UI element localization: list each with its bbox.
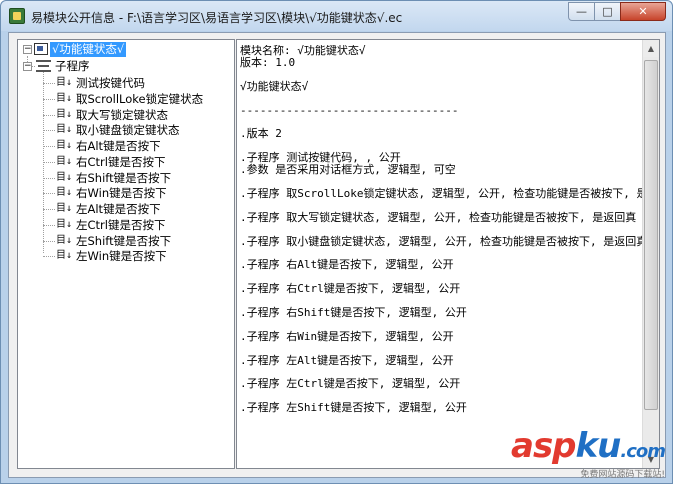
tree-item-label: 右Win键是否按下 bbox=[76, 186, 167, 200]
tree-item-row[interactable]: 目↓ 左Shift键是否按下 bbox=[18, 234, 234, 249]
module-icon bbox=[34, 43, 48, 55]
tree-item-label: 右Alt键是否按下 bbox=[76, 139, 161, 153]
tree-item-label: 取ScrollLoke锁定键状态 bbox=[76, 92, 204, 106]
watermark-logo: aspku.com bbox=[511, 426, 666, 466]
tree-root-row[interactable]: − √功能键状态√ bbox=[18, 42, 234, 57]
subprogram-icon: 目↓ bbox=[56, 93, 73, 104]
tree-item-row[interactable]: 目↓ 取小键盘锁定键状态 bbox=[18, 123, 234, 138]
tree-item-row[interactable]: 目↓ 取大写锁定键状态 bbox=[18, 108, 234, 123]
tree-item-row[interactable]: 目↓ 左Win键是否按下 bbox=[18, 249, 234, 264]
client-area: − √功能键状态√ − 子程序 目↓ 测试按键代码 目↓ 取ScrollLoke锁定键… bbox=[8, 32, 666, 478]
subprogram-icon: 目↓ bbox=[56, 250, 73, 261]
tree-item-label: 左Alt键是否按下 bbox=[76, 202, 161, 216]
tree-item-label: 右Shift键是否按下 bbox=[76, 171, 172, 185]
collapse-toggle[interactable]: − bbox=[23, 45, 32, 54]
tree-group-row[interactable]: − 子程序 bbox=[18, 59, 234, 74]
tree-item-row[interactable]: 目↓ 左Alt键是否按下 bbox=[18, 202, 234, 217]
tree-item-label: 左Shift键是否按下 bbox=[76, 234, 172, 248]
subprogram-icon: 目↓ bbox=[56, 109, 73, 120]
subprogram-icon: 目↓ bbox=[56, 77, 73, 88]
tree-item-row[interactable]: 目↓ 右Win键是否按下 bbox=[18, 186, 234, 201]
subprogram-icon: 目↓ bbox=[56, 172, 73, 183]
tree-group-label: 子程序 bbox=[55, 59, 90, 73]
site-watermark: aspku.com 免费网站源码下载站! bbox=[511, 426, 666, 480]
app-window: 易模块公开信息 - F:\语言学习区\易语言学习区\模块\√功能键状态√.ec … bbox=[0, 0, 673, 484]
scroll-thumb[interactable] bbox=[644, 60, 658, 410]
tree-item-label: 左Ctrl键是否按下 bbox=[76, 218, 166, 232]
collapse-toggle[interactable]: − bbox=[23, 62, 32, 71]
subprogram-icon: 目↓ bbox=[56, 219, 73, 230]
module-info-panel[interactable]: 模块名称: √功能键状态√ 版本: 1.0 √功能键状态√ ----------… bbox=[236, 39, 660, 469]
app-icon bbox=[9, 8, 25, 24]
vertical-scrollbar[interactable]: ▲ ▼ bbox=[642, 40, 659, 468]
subprogram-icon: 目↓ bbox=[56, 124, 73, 135]
tree-item-label: 左Win键是否按下 bbox=[76, 249, 167, 263]
tree-item-row[interactable]: 目↓ 取ScrollLoke锁定键状态 bbox=[18, 92, 234, 107]
tree-item-label: 测试按键代码 bbox=[76, 76, 145, 90]
tree-item-row[interactable]: 目↓ 右Alt键是否按下 bbox=[18, 139, 234, 154]
subprogram-group-icon bbox=[36, 60, 51, 72]
title-bar[interactable]: 易模块公开信息 - F:\语言学习区\易语言学习区\模块\√功能键状态√.ec … bbox=[1, 1, 672, 31]
tree-item-label: 右Ctrl键是否按下 bbox=[76, 155, 166, 169]
tree-item-row[interactable]: 目↓ 右Ctrl键是否按下 bbox=[18, 155, 234, 170]
subprogram-icon: 目↓ bbox=[56, 203, 73, 214]
module-info-text[interactable]: 模块名称: √功能键状态√ 版本: 1.0 √功能键状态√ ----------… bbox=[240, 45, 642, 455]
scroll-up-button[interactable]: ▲ bbox=[643, 40, 659, 57]
close-button[interactable]: ✕ bbox=[620, 2, 666, 21]
subprogram-icon: 目↓ bbox=[56, 235, 73, 246]
subprogram-icon: 目↓ bbox=[56, 140, 73, 151]
subprogram-icon: 目↓ bbox=[56, 156, 73, 167]
tree-item-row[interactable]: 目↓ 左Ctrl键是否按下 bbox=[18, 218, 234, 233]
window-title: 易模块公开信息 - F:\语言学习区\易语言学习区\模块\√功能键状态√.ec bbox=[31, 11, 403, 25]
tree-item-row[interactable]: 目↓ 测试按键代码 bbox=[18, 76, 234, 91]
maximize-button[interactable]: □ bbox=[594, 2, 621, 21]
module-tree[interactable]: − √功能键状态√ − 子程序 目↓ 测试按键代码 目↓ 取ScrollLoke锁定键… bbox=[17, 39, 235, 469]
tree-item-label: 取大写锁定键状态 bbox=[76, 108, 168, 122]
tree-item-row[interactable]: 目↓ 右Shift键是否按下 bbox=[18, 171, 234, 186]
minimize-button[interactable]: — bbox=[568, 2, 595, 21]
watermark-subtitle: 免费网站源码下载站! bbox=[580, 470, 665, 480]
tree-root-label[interactable]: √功能键状态√ bbox=[50, 42, 127, 57]
subprogram-icon: 目↓ bbox=[56, 187, 73, 198]
tree-item-label: 取小键盘锁定键状态 bbox=[76, 123, 180, 137]
